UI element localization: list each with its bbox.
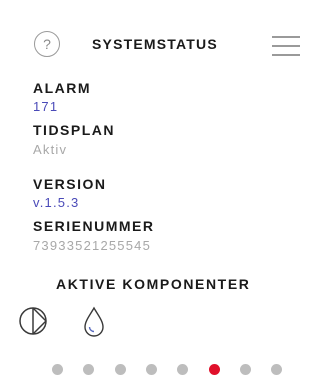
page-dot[interactable] bbox=[177, 364, 188, 375]
serial-number-value: 73933521255545 bbox=[33, 238, 152, 253]
schedule-value: Aktiv bbox=[33, 142, 68, 157]
page-dot[interactable] bbox=[52, 364, 63, 375]
schedule-label: TIDSPLAN bbox=[33, 122, 115, 138]
page-dot[interactable] bbox=[146, 364, 157, 375]
menu-button[interactable] bbox=[272, 32, 300, 58]
page-dot[interactable] bbox=[240, 364, 251, 375]
page-dot[interactable] bbox=[115, 364, 126, 375]
active-components-heading: AKTIVE KOMPONENTER bbox=[56, 276, 251, 292]
circulation-pump-icon[interactable] bbox=[18, 306, 48, 336]
water-drop-icon[interactable] bbox=[82, 306, 106, 338]
alarm-value: 171 bbox=[33, 99, 59, 114]
version-value: v.1.5.3 bbox=[33, 195, 80, 210]
alarm-label: ALARM bbox=[33, 80, 92, 96]
page-dot[interactable] bbox=[271, 364, 282, 375]
help-button[interactable]: ? bbox=[34, 31, 60, 57]
page-dot[interactable] bbox=[83, 364, 94, 375]
page-dot-active[interactable] bbox=[209, 364, 220, 375]
serial-number-label: SERIENUMMER bbox=[33, 218, 155, 234]
version-label: VERSION bbox=[33, 176, 107, 192]
help-icon: ? bbox=[43, 36, 51, 52]
hamburger-icon-line-bottom bbox=[272, 54, 300, 56]
page-title: SYSTEMSTATUS bbox=[92, 36, 218, 52]
hamburger-icon-line-middle bbox=[272, 45, 300, 47]
hamburger-icon-line-top bbox=[272, 36, 300, 38]
